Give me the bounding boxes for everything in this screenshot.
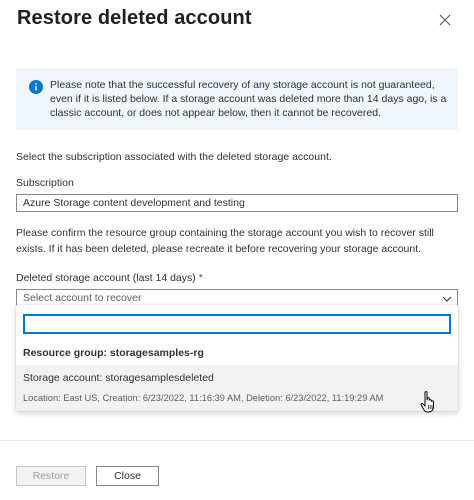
storage-account-option[interactable]: Storage account: storagesamplesdeleted L… (16, 365, 458, 411)
deleted-account-label-text: Deleted storage account (last 14 days) (16, 272, 196, 284)
info-banner: Please note that the successful recovery… (16, 68, 458, 130)
storage-account-option-title: Storage account: storagesamplesdeleted (23, 372, 214, 384)
required-mark: * (198, 272, 203, 284)
restore-button[interactable]: Restore (16, 466, 86, 486)
account-dropdown-list: Resource group: storagesamples-rg Storag… (16, 305, 458, 411)
resource-group-note: Please confirm the resource group contai… (16, 227, 434, 255)
info-text: Please note that the successful recovery… (50, 79, 447, 119)
subscription-select[interactable]: Azure Storage content development and te… (16, 194, 458, 212)
subscription-selected-value: Azure Storage content development and te… (23, 197, 245, 209)
subscription-instruction: Select the subscription associated with … (16, 151, 332, 163)
deleted-account-label: Deleted storage account (last 14 days) * (16, 272, 203, 284)
dropdown-search-input[interactable] (23, 314, 451, 334)
hand-pointer-icon (419, 390, 439, 414)
restore-deleted-account-panel: Restore deleted account Please note that… (0, 0, 474, 500)
deleted-account-placeholder: Select account to recover (23, 292, 142, 304)
resource-group-header: Resource group: storagesamples-rg (23, 347, 204, 359)
footer-divider (0, 440, 474, 441)
subscription-label: Subscription (16, 177, 74, 189)
chevron-down-icon (442, 293, 452, 303)
storage-account-option-detail: Location: East US, Creation: 6/23/2022, … (23, 393, 384, 403)
close-button[interactable]: Close (96, 466, 159, 486)
info-icon (29, 80, 43, 94)
close-icon[interactable] (435, 10, 455, 30)
panel-title: Restore deleted account (17, 7, 252, 29)
